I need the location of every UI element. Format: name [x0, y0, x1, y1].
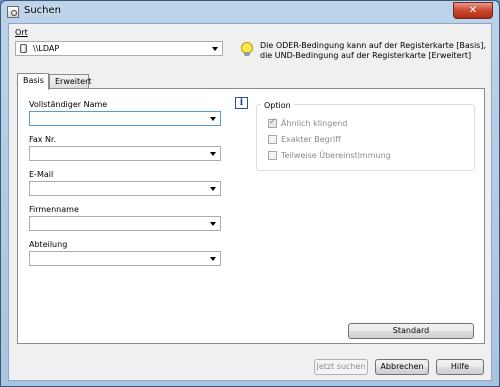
department-combobox[interactable]	[29, 251, 221, 266]
dialog-body: Ort \\LDAP Die ODER-Bedingung kann auf d…	[8, 23, 492, 381]
app-icon	[7, 6, 19, 18]
hint-line-2: die UND-Bedingung auf der Registerkarte …	[260, 51, 472, 60]
lightbulb-base	[244, 52, 250, 56]
partial-match-label: Teilweise Übereinstimmung	[281, 151, 391, 160]
cancel-button[interactable]: Abbrechen	[375, 359, 429, 375]
chevron-down-icon	[210, 152, 216, 156]
option-label: Option	[261, 101, 294, 110]
ort-combobox[interactable]: \\LDAP	[15, 41, 223, 56]
chevron-down-icon	[210, 257, 216, 261]
field-label-full-name: Vollständiger Name	[29, 100, 108, 109]
partial-match-checkbox[interactable]	[268, 151, 277, 160]
close-button[interactable]: ✕	[453, 2, 493, 19]
standard-button[interactable]: Standard	[348, 323, 474, 339]
hint-line-1: Die ODER-Bedingung kann auf der Register…	[260, 41, 487, 50]
email-combobox[interactable]	[29, 181, 221, 196]
tab-erweitert[interactable]: Erweitert	[49, 74, 92, 89]
ort-value: \\LDAP	[33, 44, 60, 53]
fax-combobox[interactable]	[29, 146, 221, 161]
field-label-email: E-Mail	[29, 170, 54, 179]
exact-term-label: Exakter Begriff	[281, 135, 341, 144]
chevron-down-icon	[212, 47, 218, 51]
full-name-combobox[interactable]	[29, 111, 221, 126]
chevron-down-icon	[210, 117, 216, 121]
ort-label: Ort	[15, 28, 28, 37]
similar-sounding-label: Ähnlich klingend	[281, 119, 348, 128]
title-bar: Suchen ✕	[1, 1, 499, 23]
search-now-button[interactable]: Jetzt suchen	[314, 359, 368, 375]
exact-term-checkbox[interactable]	[268, 135, 277, 144]
info-icon: i	[235, 97, 248, 109]
search-dialog: Suchen ✕ Ort \\LDAP Die ODER-Bedingung k…	[0, 0, 500, 387]
similar-sounding-checkbox[interactable]	[268, 117, 277, 128]
help-button[interactable]: Hilfe	[436, 359, 484, 375]
company-combobox[interactable]	[29, 216, 221, 231]
chevron-down-icon	[210, 187, 216, 191]
chevron-down-icon	[210, 222, 216, 226]
field-label-fax: Fax Nr.	[29, 135, 57, 144]
tab-basis[interactable]: Basis	[17, 73, 49, 90]
database-icon	[20, 44, 27, 53]
field-label-company: Firmenname	[29, 205, 79, 214]
field-label-department: Abteilung	[29, 240, 68, 249]
window-title: Suchen	[24, 5, 62, 16]
